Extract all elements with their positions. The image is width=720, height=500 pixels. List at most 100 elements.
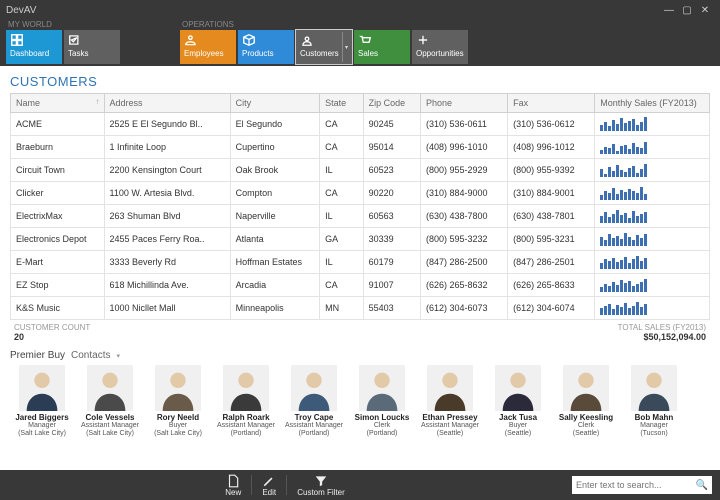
search-box[interactable]: 🔍 bbox=[572, 476, 712, 494]
table-row[interactable]: ACME2525 E El Segundo Bl..El SegundoCA90… bbox=[11, 113, 710, 136]
table-row[interactable]: E-Mart3333 Beverly RdHoffman EstatesIL60… bbox=[11, 251, 710, 274]
custom-filter-button[interactable]: Custom Filter bbox=[297, 474, 345, 497]
table-row[interactable]: EZ Stop618 Michillinda Ave.ArcadiaCA9100… bbox=[11, 274, 710, 297]
new-button[interactable]: New bbox=[225, 474, 241, 497]
ribbon-item-label: Customers bbox=[300, 49, 339, 58]
ribbon-item-opportunities[interactable]: Opportunities bbox=[412, 30, 468, 64]
ribbon-item-customers[interactable]: Customers▾ bbox=[296, 30, 352, 64]
cell: 263 Shuman Blvd bbox=[104, 205, 230, 228]
ribbon-group-label: OPERATIONS bbox=[180, 20, 468, 30]
table-row[interactable]: Clicker1100 W. Artesia Blvd.ComptonCA902… bbox=[11, 182, 710, 205]
contact-name: Jack Tusa bbox=[486, 413, 550, 422]
contact-card[interactable]: Rory NeeldBuyer(Salt Lake City) bbox=[146, 365, 210, 438]
cell: 1100 W. Artesia Blvd. bbox=[104, 182, 230, 205]
app-window: DevAV — ▢ ✕ MY WORLDDashboardTasksOPERAT… bbox=[0, 0, 720, 500]
ribbon-item-sales[interactable]: Sales bbox=[354, 30, 410, 64]
cell: 3333 Beverly Rd bbox=[104, 251, 230, 274]
plus-icon bbox=[416, 33, 430, 47]
table-row[interactable]: Braeburn1 Infinite LoopCupertinoCA95014(… bbox=[11, 136, 710, 159]
ribbon-item-label: Opportunities bbox=[416, 49, 464, 58]
ribbon-item-label: Products bbox=[242, 49, 274, 58]
close-button[interactable]: ✕ bbox=[696, 5, 714, 16]
count-value: 20 bbox=[14, 332, 90, 342]
maximize-button[interactable]: ▢ bbox=[678, 5, 696, 16]
cart-icon bbox=[358, 33, 372, 47]
contact-card[interactable]: Bob MahnManager(Tucson) bbox=[622, 365, 686, 438]
avatar bbox=[359, 365, 405, 411]
column-header[interactable]: Fax bbox=[508, 94, 595, 113]
contact-card[interactable]: Sally KeeslingClerk(Seattle) bbox=[554, 365, 618, 438]
bottombar: New Edit Custom Filter 🔍 bbox=[0, 470, 720, 500]
cell: Circuit Town bbox=[11, 159, 105, 182]
contact-role: Assistant Manager bbox=[282, 422, 346, 430]
contact-location: (Salt Lake City) bbox=[78, 430, 142, 438]
column-header[interactable]: Name↑ bbox=[11, 94, 105, 113]
table-row[interactable]: Electronics Depot2455 Paces Ferry Roa..A… bbox=[11, 228, 710, 251]
ribbon-item-products[interactable]: Products bbox=[238, 30, 294, 64]
avatar bbox=[495, 365, 541, 411]
cell: 1000 Nicllet Mall bbox=[104, 297, 230, 320]
column-header[interactable]: City bbox=[230, 94, 319, 113]
cell: 95014 bbox=[363, 136, 420, 159]
cell: 618 Michillinda Ave. bbox=[104, 274, 230, 297]
cell: Naperville bbox=[230, 205, 319, 228]
search-icon[interactable]: 🔍 bbox=[696, 480, 708, 491]
content-area: CUSTOMERS Name↑AddressCityStateZip CodeP… bbox=[0, 66, 720, 470]
detail-tab[interactable]: Contacts bbox=[71, 350, 110, 361]
column-header[interactable]: Monthly Sales (FY2013) bbox=[595, 94, 710, 113]
sparkline-cell bbox=[595, 274, 710, 297]
cell: Arcadia bbox=[230, 274, 319, 297]
sparkline-cell bbox=[595, 136, 710, 159]
contact-role: Assistant Manager bbox=[214, 422, 278, 430]
contact-card[interactable]: Ralph RoarkAssistant Manager(Portland) bbox=[214, 365, 278, 438]
ribbon-item-tasks[interactable]: Tasks bbox=[64, 30, 120, 64]
cell: (612) 304-6073 bbox=[420, 297, 507, 320]
table-row[interactable]: K&S Music1000 Nicllet MallMinneapolisMN5… bbox=[11, 297, 710, 320]
column-header[interactable]: Address bbox=[104, 94, 230, 113]
chevron-down-icon[interactable]: ▾ bbox=[342, 32, 350, 62]
cell: (626) 265-8633 bbox=[508, 274, 595, 297]
contact-name: Sally Keesling bbox=[554, 413, 618, 422]
contact-location: (Tucson) bbox=[622, 430, 686, 438]
contact-card[interactable]: Simon LoucksClerk(Portland) bbox=[350, 365, 414, 438]
contact-card[interactable]: Jared BiggersManager(Salt Lake City) bbox=[10, 365, 74, 438]
table-row[interactable]: ElectrixMax263 Shuman BlvdNapervilleIL60… bbox=[11, 205, 710, 228]
new-label: New bbox=[225, 488, 241, 497]
grid-icon bbox=[10, 33, 24, 47]
sort-asc-icon: ↑ bbox=[96, 97, 100, 106]
cell: (800) 595-3232 bbox=[420, 228, 507, 251]
edit-button[interactable]: Edit bbox=[262, 474, 276, 497]
cell: 55403 bbox=[363, 297, 420, 320]
cell: ACME bbox=[11, 113, 105, 136]
titlebar: DevAV — ▢ ✕ bbox=[0, 0, 720, 20]
cell: EZ Stop bbox=[11, 274, 105, 297]
table-row[interactable]: Circuit Town2200 Kensington CourtOak Bro… bbox=[11, 159, 710, 182]
column-header[interactable]: Phone bbox=[420, 94, 507, 113]
customers-grid[interactable]: Name↑AddressCityStateZip CodePhoneFaxMon… bbox=[10, 93, 710, 320]
ribbon-item-label: Employees bbox=[184, 49, 224, 58]
search-input[interactable] bbox=[576, 480, 696, 490]
cell: 2200 Kensington Court bbox=[104, 159, 230, 182]
contact-location: (Salt Lake City) bbox=[10, 430, 74, 438]
cell: 1 Infinite Loop bbox=[104, 136, 230, 159]
contact-card[interactable]: Troy CapeAssistant Manager(Portland) bbox=[282, 365, 346, 438]
contact-card[interactable]: Ethan PresseyAssistant Manager(Seattle) bbox=[418, 365, 482, 438]
section-title: CUSTOMERS bbox=[10, 74, 710, 89]
column-header[interactable]: Zip Code bbox=[363, 94, 420, 113]
file-icon bbox=[226, 474, 240, 488]
cell: 2455 Paces Ferry Roa.. bbox=[104, 228, 230, 251]
contact-card[interactable]: Cole VesselsAssistant Manager(Salt Lake … bbox=[78, 365, 142, 438]
contact-name: Rory Neeld bbox=[146, 413, 210, 422]
minimize-button[interactable]: — bbox=[660, 5, 678, 16]
filter-label: Custom Filter bbox=[297, 488, 345, 497]
chevron-down-icon[interactable]: ▾ bbox=[116, 352, 120, 360]
contact-role: Assistant Manager bbox=[418, 422, 482, 430]
contact-role: Clerk bbox=[554, 422, 618, 430]
column-header[interactable]: State bbox=[320, 94, 364, 113]
ribbon-item-employees[interactable]: Employees bbox=[180, 30, 236, 64]
contact-role: Manager bbox=[10, 422, 74, 430]
cell: (800) 955-2929 bbox=[420, 159, 507, 182]
contact-card[interactable]: Jack TusaBuyer(Seattle) bbox=[486, 365, 550, 438]
ribbon-item-dashboard[interactable]: Dashboard bbox=[6, 30, 62, 64]
cell: (847) 286-2501 bbox=[508, 251, 595, 274]
